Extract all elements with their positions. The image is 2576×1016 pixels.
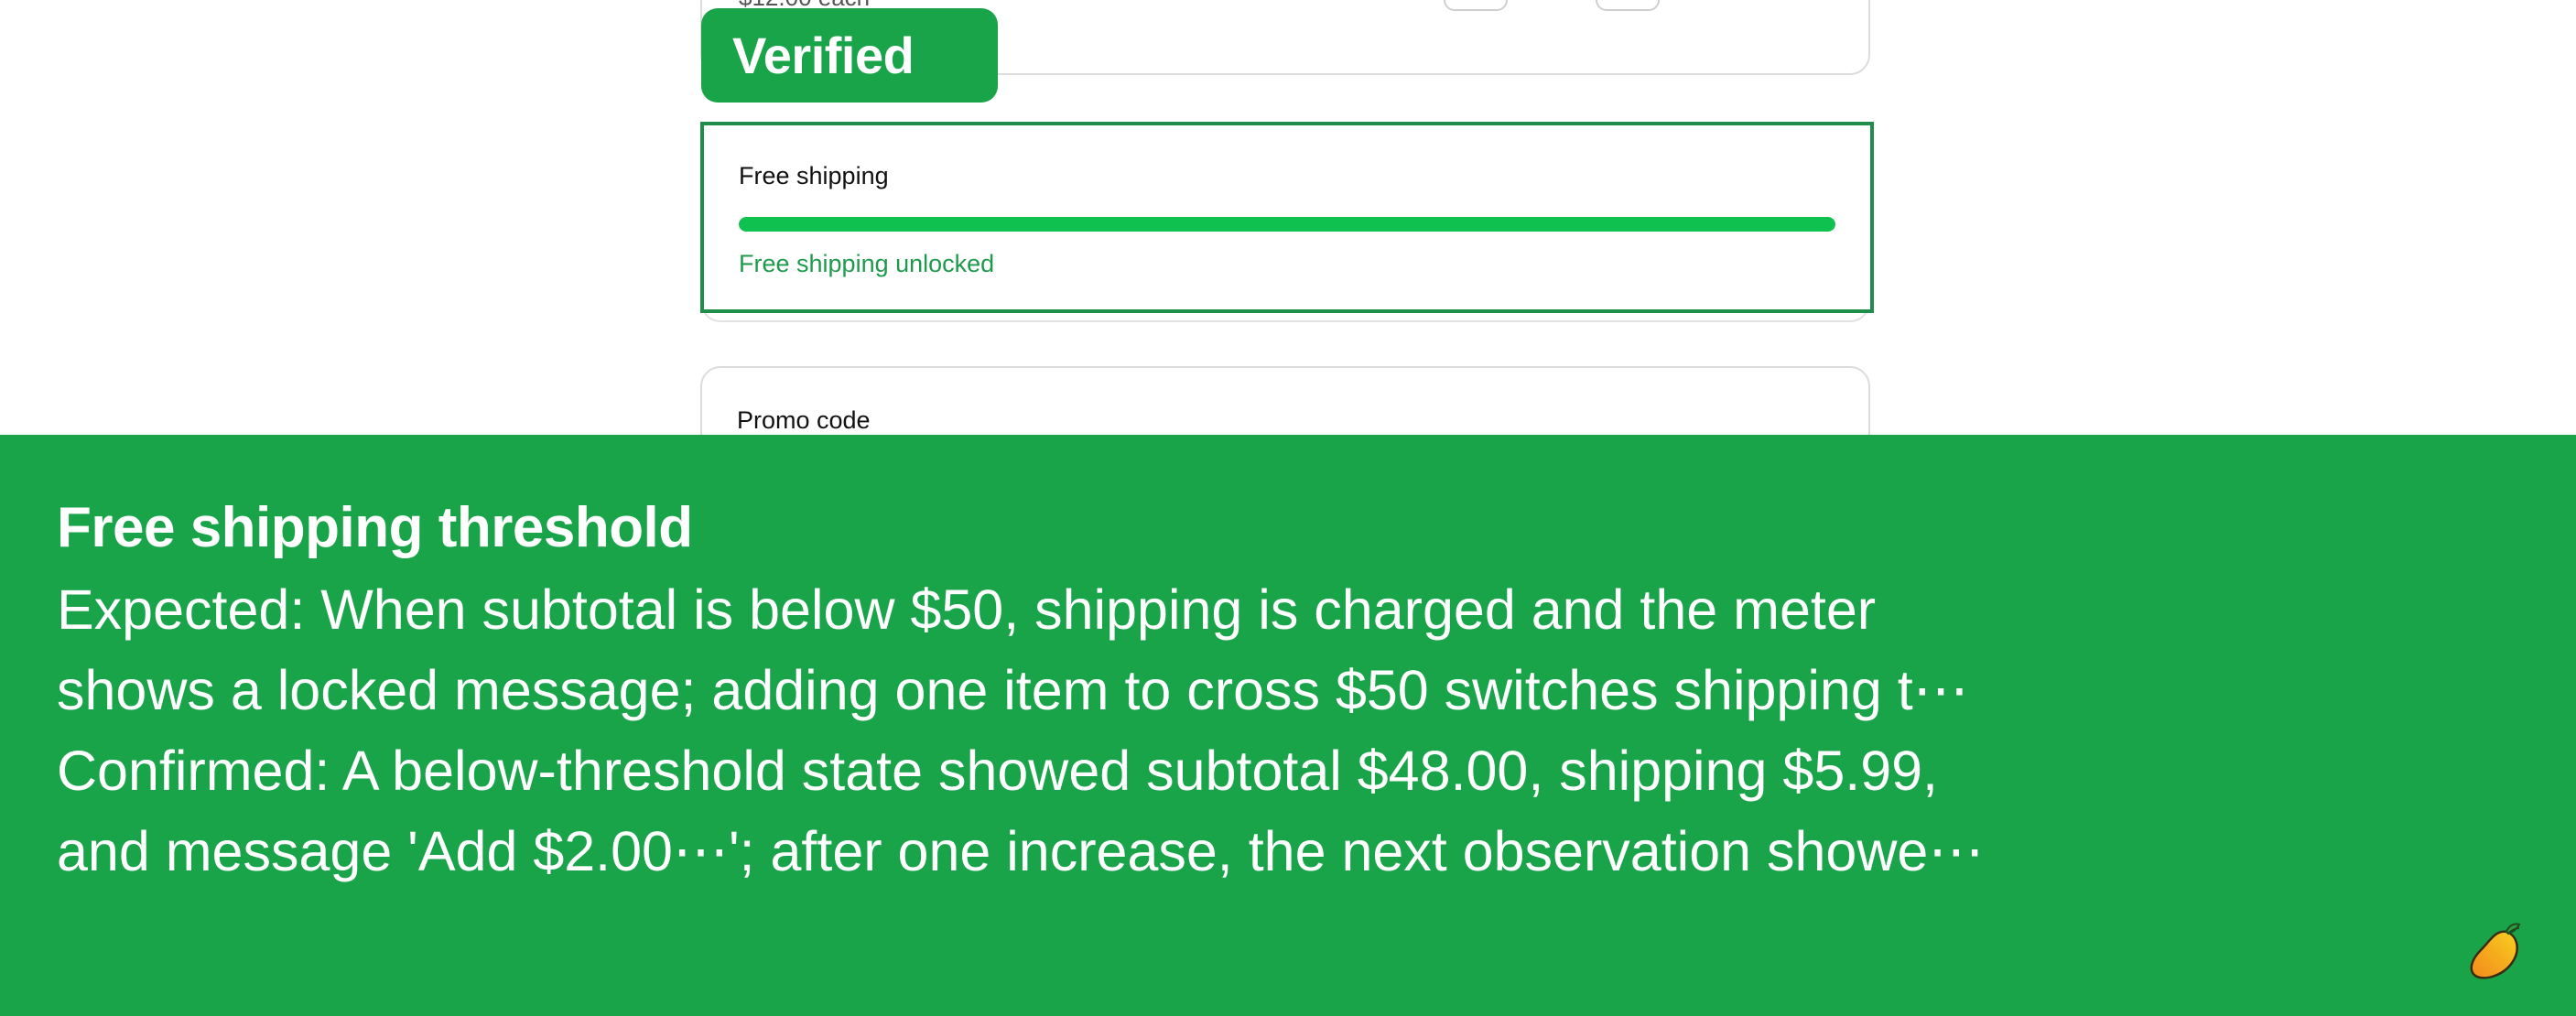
promo-code-label: Promo code	[737, 406, 871, 434]
banner-confirmed-line-1: Confirmed: A below-threshold state showe…	[57, 740, 1938, 802]
free-shipping-status-message: Free shipping unlocked	[739, 250, 995, 277]
app-stage: $12.00 each Free shipping Free shipping …	[0, 0, 2576, 1016]
free-shipping-label: Free shipping	[739, 162, 889, 189]
free-shipping-progress-track	[739, 217, 1835, 232]
banner-expected-line-2: shows a locked message; adding one item …	[57, 659, 1969, 721]
banner-title: Free shipping threshold	[57, 496, 693, 559]
quantity-decrease-button[interactable]	[1444, 0, 1508, 11]
quantity-increase-button[interactable]	[1596, 0, 1660, 11]
free-shipping-meter-card: Free shipping Free shipping unlocked	[700, 122, 1874, 313]
banner-expected-line-1: Expected: When subtotal is below $50, sh…	[57, 578, 1877, 641]
test-result-banner: Free shipping threshold Expected: When s…	[0, 435, 2576, 1016]
mango-icon	[2470, 923, 2521, 979]
banner-confirmed-line-2: and message 'Add $2.00⋯'; after one incr…	[57, 820, 1985, 882]
free-shipping-progress-fill	[739, 217, 1835, 232]
verified-badge: Verified	[701, 8, 998, 103]
